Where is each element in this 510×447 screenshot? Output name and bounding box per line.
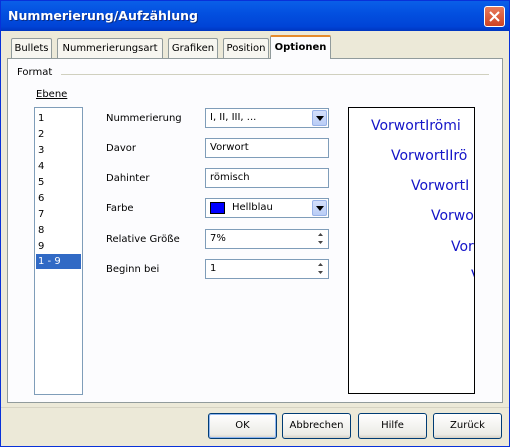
after-label: Dahinter bbox=[106, 173, 150, 184]
spin-down-button[interactable] bbox=[315, 269, 327, 277]
tab-position[interactable]: Position bbox=[223, 38, 269, 58]
preview-line: VorwortI bbox=[411, 178, 470, 194]
help-label: Hilfe bbox=[381, 420, 404, 431]
color-select[interactable]: Hellblau bbox=[205, 198, 329, 218]
numbering-select[interactable]: I, II, III, ... bbox=[205, 108, 329, 128]
numbering-preview: VorwortIrömi VorwortIIrö VorwortI Vorwor… bbox=[348, 107, 475, 394]
after-value: römisch bbox=[210, 172, 250, 183]
preview-line: VorwortIrömi bbox=[371, 118, 461, 134]
level-item[interactable]: 2 bbox=[36, 127, 81, 142]
start-at-label: Beginn bei bbox=[106, 264, 160, 275]
before-label: Davor bbox=[106, 143, 136, 154]
level-item-selected[interactable]: 1 - 9 bbox=[36, 254, 81, 269]
format-section-label: Format bbox=[17, 67, 53, 78]
numbering-value: I, II, III, ... bbox=[210, 112, 257, 123]
relative-size-spinbox[interactable]: 7% bbox=[205, 229, 329, 249]
preview-line: Vorwor bbox=[431, 208, 475, 224]
level-item[interactable]: 5 bbox=[36, 175, 81, 190]
cancel-button[interactable]: Abbrechen bbox=[282, 413, 351, 439]
level-item[interactable]: 9 bbox=[36, 239, 81, 254]
color-dropdown-button[interactable] bbox=[312, 200, 327, 216]
cancel-label: Abbrechen bbox=[289, 420, 344, 431]
window-title: Nummerierung/Aufzählung bbox=[8, 8, 198, 23]
before-value: Vorwort bbox=[210, 142, 249, 153]
help-button[interactable]: Hilfe bbox=[358, 413, 427, 439]
reset-label: Zurück bbox=[450, 420, 485, 431]
color-swatch bbox=[210, 202, 225, 214]
preview-line: Vor bbox=[451, 239, 474, 255]
relative-size-value: 7% bbox=[210, 233, 226, 244]
tab-label: Position bbox=[226, 43, 266, 54]
start-at-spinbox[interactable]: 1 bbox=[205, 259, 329, 279]
chevron-up-icon bbox=[318, 233, 323, 236]
tab-label: Bullets bbox=[14, 43, 49, 54]
color-value: Hellblau bbox=[232, 202, 273, 213]
after-input[interactable]: römisch bbox=[205, 168, 329, 188]
chevron-down-icon bbox=[316, 116, 324, 121]
spin-up-button[interactable] bbox=[315, 231, 327, 239]
relative-size-label: Relative Größe bbox=[106, 234, 180, 245]
spin-down-button[interactable] bbox=[315, 239, 327, 247]
level-list[interactable]: 1 2 3 4 5 6 7 8 9 1 - 9 bbox=[34, 107, 83, 395]
chevron-down-icon bbox=[316, 206, 324, 211]
tab-label: Grafiken bbox=[171, 43, 215, 54]
color-label: Farbe bbox=[106, 203, 134, 214]
title-bar[interactable]: Nummerierung/Aufzählung bbox=[1, 1, 509, 31]
preview-line: VorwortIIrö bbox=[391, 148, 468, 164]
close-button[interactable] bbox=[484, 6, 505, 27]
tab-graphics[interactable]: Grafiken bbox=[168, 38, 218, 58]
spin-up-button[interactable] bbox=[315, 261, 327, 269]
level-item[interactable]: 8 bbox=[36, 223, 81, 238]
ok-label: OK bbox=[235, 420, 250, 431]
close-icon bbox=[489, 11, 500, 22]
section-divider bbox=[61, 74, 489, 75]
chevron-down-icon bbox=[318, 271, 323, 274]
start-at-value: 1 bbox=[210, 263, 217, 274]
level-label: Ebene bbox=[36, 89, 68, 100]
tab-options[interactable]: Optionen bbox=[270, 35, 331, 59]
level-item[interactable]: 3 bbox=[36, 143, 81, 158]
level-item[interactable]: 1 bbox=[36, 111, 81, 126]
reset-button[interactable]: Zurück bbox=[433, 413, 502, 439]
button-bar-divider bbox=[1, 407, 509, 408]
level-item[interactable]: 7 bbox=[36, 207, 81, 222]
chevron-up-icon bbox=[318, 263, 323, 266]
dialog-window: Nummerierung/Aufzählung Bullets Nummerie… bbox=[0, 0, 510, 447]
tab-label: Optionen bbox=[274, 42, 327, 53]
ok-button[interactable]: OK bbox=[208, 413, 277, 439]
spin-buttons bbox=[315, 261, 327, 277]
numbering-label: Nummerierung bbox=[106, 113, 182, 124]
spin-buttons bbox=[315, 231, 327, 247]
preview-line: V bbox=[471, 268, 474, 284]
tab-bullets[interactable]: Bullets bbox=[11, 38, 52, 58]
level-item[interactable]: 6 bbox=[36, 191, 81, 206]
numbering-dropdown-button[interactable] bbox=[312, 110, 327, 126]
tab-label: Nummerierungsart bbox=[62, 43, 158, 54]
level-item[interactable]: 4 bbox=[36, 159, 81, 174]
chevron-down-icon bbox=[318, 241, 323, 244]
tab-numbering-type[interactable]: Nummerierungsart bbox=[57, 38, 163, 58]
before-input[interactable]: Vorwort bbox=[205, 138, 329, 158]
